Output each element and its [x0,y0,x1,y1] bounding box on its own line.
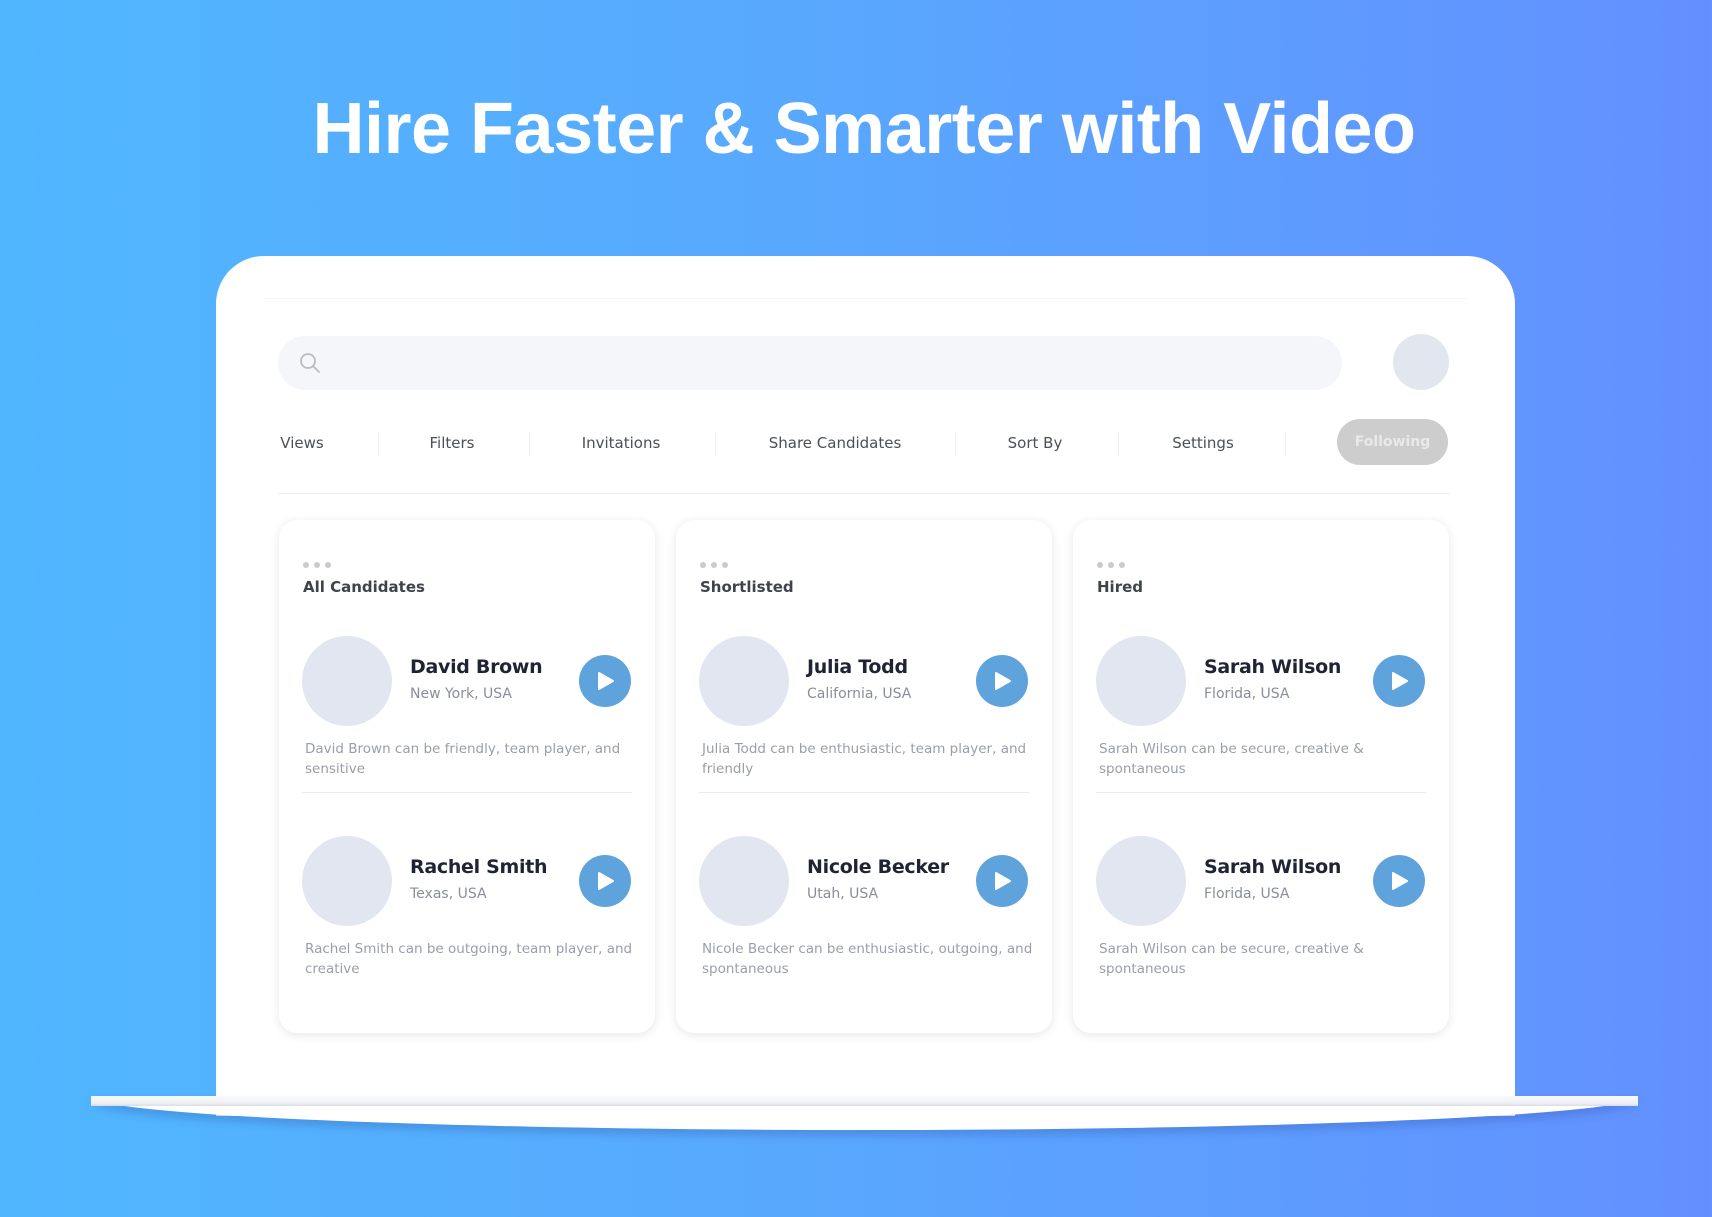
candidate-card[interactable]: Sarah Wilson Florida, USA Sarah Wilson c… [1073,836,1449,1006]
candidate-name: Rachel Smith [410,856,548,878]
nav-separator [378,432,379,456]
toolbar-nav: Views Filters Invitations Share Candidat… [278,418,1448,468]
candidate-avatar [302,636,392,726]
candidate-card[interactable]: Rachel Smith Texas, USA Rachel Smith can… [279,836,655,1006]
laptop-base [91,1096,1638,1130]
play-icon [598,672,614,690]
play-video-button[interactable] [1373,655,1425,707]
search-icon [300,353,320,373]
play-video-button[interactable] [1373,855,1425,907]
column-title: Hired [1097,578,1144,596]
search-bar[interactable] [278,336,1342,392]
page-headline: Hire Faster & Smarter with Video [312,89,1416,169]
candidate-divider [1096,792,1426,793]
candidate-description: Sarah Wilson can be secure, creative & s… [1099,941,1364,977]
play-icon [995,672,1011,690]
candidate-name: Julia Todd [807,656,908,678]
play-icon [1392,672,1408,690]
toolbar-divider [278,493,1450,494]
more-dots-icon[interactable] [1097,562,1125,570]
candidate-avatar [302,836,392,926]
nav-sort-by[interactable]: Sort By [1008,418,1063,468]
candidate-location: New York, USA [410,686,512,702]
candidate-card[interactable]: David Brown New York, USA David Brown ca… [279,636,655,806]
candidate-location: Texas, USA [410,886,487,902]
candidate-location: Utah, USA [807,886,879,902]
candidate-name: Nicole Becker [807,856,949,878]
search-input[interactable] [338,336,1322,392]
laptop-screen: Views Filters Invitations Share Candidat… [216,256,1515,1116]
nav-filters[interactable]: Filters [430,418,475,468]
candidate-name: Sarah Wilson [1204,856,1342,878]
nav-invitations[interactable]: Invitations [582,418,661,468]
play-icon [995,872,1011,890]
column-shortlisted: Shortlisted Julia Todd California, USA J… [676,520,1052,1033]
column-title: All Candidates [303,578,425,596]
candidate-location: Florida, USA [1204,886,1290,902]
candidate-name: David Brown [410,656,543,678]
user-avatar[interactable] [1393,334,1449,390]
play-video-button[interactable] [579,655,631,707]
candidate-description: Julia Todd can be enthusiastic, team pla… [702,741,1027,777]
candidate-avatar [699,636,789,726]
play-video-button[interactable] [976,855,1028,907]
nav-views[interactable]: Views [280,418,323,468]
nav-separator [529,432,530,456]
candidate-location: California, USA [807,686,912,702]
nav-separator [1285,432,1286,456]
candidate-description: Nicole Becker can be enthusiastic, outgo… [702,941,1033,977]
candidate-location: Florida, USA [1204,686,1290,702]
play-video-button[interactable] [579,855,631,907]
nav-share-candidates[interactable]: Share Candidates [769,418,902,468]
play-icon [598,872,614,890]
nav-settings[interactable]: Settings [1172,418,1234,468]
candidate-description: David Brown can be friendly, team player… [305,741,621,777]
following-button[interactable]: Following [1337,419,1448,465]
candidate-description: Sarah Wilson can be secure, creative & s… [1099,741,1364,777]
more-dots-icon[interactable] [303,562,331,570]
candidate-avatar [699,836,789,926]
candidate-avatar [1096,636,1186,726]
candidate-name: Sarah Wilson [1204,656,1342,678]
candidate-avatar [1096,836,1186,926]
nav-separator [1118,432,1119,456]
candidate-divider [699,792,1029,793]
play-video-button[interactable] [976,655,1028,707]
more-dots-icon[interactable] [700,562,728,570]
nav-separator [715,432,716,456]
candidate-card[interactable]: Nicole Becker Utah, USA Nicole Becker ca… [676,836,1052,1006]
column-hired: Hired Sarah Wilson Florida, USA Sarah Wi… [1073,520,1449,1033]
candidate-divider [302,792,632,793]
laptop-base-lip [91,1096,1638,1106]
column-title: Shortlisted [700,578,794,596]
screen-top-divider [264,298,1467,299]
play-icon [1392,872,1408,890]
nav-separator [955,432,956,456]
column-all-candidates: All Candidates David Brown New York, USA… [279,520,655,1033]
candidate-card[interactable]: Julia Todd California, USA Julia Todd ca… [676,636,1052,806]
candidate-card[interactable]: Sarah Wilson Florida, USA Sarah Wilson c… [1073,636,1449,806]
candidate-description: Rachel Smith can be outgoing, team playe… [305,941,633,977]
